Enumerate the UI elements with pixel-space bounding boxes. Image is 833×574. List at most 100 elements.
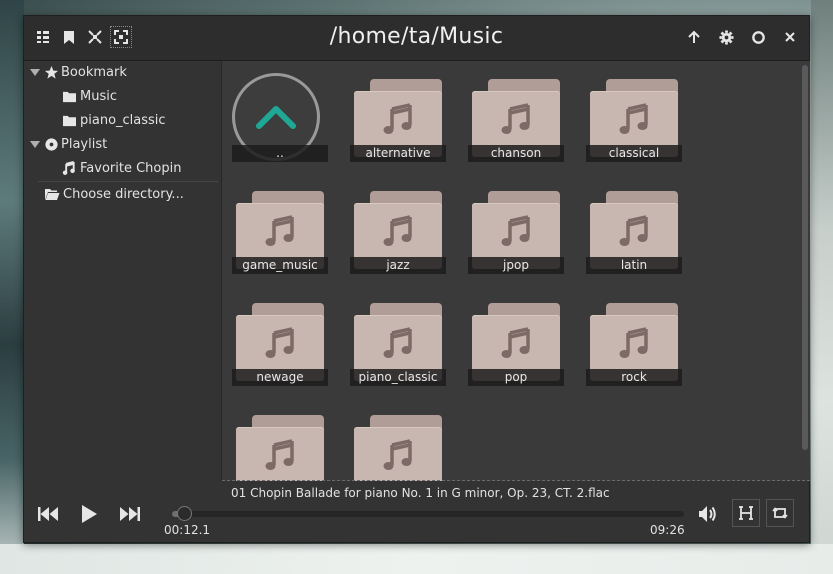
choose-directory-label: Choose directory...	[63, 186, 184, 202]
disc-icon	[45, 137, 58, 151]
star-icon	[44, 65, 59, 79]
fullscreen-icon	[114, 30, 128, 44]
music-note-icon	[383, 103, 412, 134]
folder-icon	[236, 415, 324, 481]
folder-label: jazz	[350, 257, 446, 274]
seek-bar[interactable]	[172, 511, 684, 517]
music-note-icon	[383, 215, 412, 246]
sidebar-item-music[interactable]: Music	[62, 85, 117, 107]
desktop-background-right	[811, 0, 833, 574]
current-time: 00:12.1	[164, 523, 211, 537]
music-note-icon	[501, 215, 530, 246]
music-note-icon	[501, 327, 530, 358]
maximize-button[interactable]	[747, 26, 769, 48]
folder-tile[interactable]: rock	[586, 297, 684, 397]
repeat-icon	[772, 507, 788, 519]
list-view-button[interactable]	[32, 26, 54, 48]
folder-label: chanson	[468, 145, 564, 162]
play-button[interactable]	[76, 501, 102, 527]
window-title: /home/ta/Music	[329, 24, 504, 49]
folder-tile[interactable]: piano_classic	[350, 297, 448, 397]
titlebar: /home/ta/Music	[24, 16, 809, 61]
bookmark-icon	[64, 30, 74, 44]
previous-track-button[interactable]	[34, 503, 62, 525]
folder-label: pop	[468, 369, 564, 386]
sidebar-playlist-header[interactable]: Playlist	[30, 133, 107, 155]
settings-button[interactable]	[715, 26, 737, 48]
music-note-icon	[619, 215, 648, 246]
folder-tile[interactable]: pop	[468, 297, 566, 397]
folder-label: jpop	[468, 257, 564, 274]
folder-label: rock	[586, 369, 682, 386]
folder-label: latin	[586, 257, 682, 274]
view-toolbar	[32, 26, 132, 48]
folder-tile[interactable]	[352, 409, 448, 481]
sidebar-item-label: Favorite Chopin	[80, 160, 182, 176]
sidebar-playlist-label: Playlist	[61, 136, 108, 152]
ab-repeat-icon	[739, 506, 753, 520]
folder-label: ..	[232, 145, 328, 162]
folder-label: classical	[586, 145, 682, 162]
folder-tile[interactable]: jpop	[468, 185, 566, 285]
now-playing-title: 01 Chopin Ballade for piano No. 1 in G m…	[231, 486, 610, 500]
play-icon	[82, 505, 97, 523]
choose-directory-item[interactable]: Choose directory...	[44, 183, 184, 205]
music-note-icon	[62, 160, 75, 175]
folder-tile[interactable]: latin	[586, 185, 684, 285]
sidebar-item-favorite-chopin[interactable]: Favorite Chopin	[62, 157, 181, 179]
music-player-window: /home/ta/Music Bookmark Music piano_clas…	[23, 15, 810, 543]
sidebar-divider	[38, 181, 218, 182]
music-note-icon	[265, 215, 294, 246]
list-view-icon	[37, 31, 49, 43]
sidebar-item-label: Music	[80, 88, 117, 104]
folder-icon	[354, 415, 442, 481]
folder-tile[interactable]: jazz	[350, 185, 448, 285]
sidebar: Bookmark Music piano_classic Playlist Fa…	[24, 61, 222, 481]
desktop-background-left	[0, 0, 24, 574]
fit-window-button[interactable]	[84, 26, 106, 48]
folder-tile[interactable]: game_music	[232, 185, 330, 285]
folder-tile-parent[interactable]: ..	[232, 73, 330, 173]
music-note-icon	[619, 103, 648, 134]
music-note-icon	[383, 439, 412, 470]
open-folder-icon	[45, 189, 60, 200]
folder-tile[interactable]: alternative	[350, 73, 448, 173]
folder-tile[interactable]	[234, 409, 330, 481]
expand-arrow-icon	[30, 68, 40, 76]
close-icon	[785, 32, 795, 42]
ab-repeat-button[interactable]	[732, 499, 760, 527]
folder-tile[interactable]: newage	[232, 297, 330, 397]
folder-label: game_music	[232, 257, 328, 274]
gear-icon	[718, 29, 734, 45]
sidebar-bookmark-header[interactable]: Bookmark	[30, 61, 127, 83]
folder-icon	[63, 91, 76, 102]
bookmark-button[interactable]	[58, 26, 80, 48]
desktop-background-bottom	[0, 544, 833, 574]
fullscreen-button[interactable]	[110, 26, 132, 48]
music-note-icon	[265, 327, 294, 358]
window-controls	[683, 26, 801, 48]
folder-tile[interactable]: chanson	[468, 73, 566, 173]
scrollbar[interactable]	[802, 65, 808, 450]
sidebar-bookmark-label: Bookmark	[61, 64, 127, 80]
expand-arrow-icon	[30, 140, 40, 148]
folder-label: alternative	[350, 145, 446, 162]
music-note-icon	[383, 327, 412, 358]
repeat-button[interactable]	[766, 499, 794, 527]
parent-directory-button[interactable]	[683, 26, 705, 48]
music-note-icon	[501, 103, 530, 134]
folder-label: piano_classic	[350, 369, 446, 386]
volume-button[interactable]	[696, 503, 720, 525]
close-button[interactable]	[779, 26, 801, 48]
arrow-up-icon	[688, 30, 700, 43]
maximize-icon	[751, 30, 765, 44]
music-note-icon	[619, 327, 648, 358]
total-time: 09:26	[650, 523, 685, 537]
player-bar: 01 Chopin Ballade for piano No. 1 in G m…	[24, 481, 809, 542]
folder-label: newage	[232, 369, 328, 386]
folder-tile[interactable]: classical	[586, 73, 684, 173]
sidebar-item-piano-classic[interactable]: piano_classic	[62, 109, 166, 131]
seek-handle[interactable]	[177, 506, 192, 521]
next-track-button[interactable]	[116, 503, 144, 525]
folder-grid: .. alternative chanson classical game_mu	[222, 61, 810, 481]
